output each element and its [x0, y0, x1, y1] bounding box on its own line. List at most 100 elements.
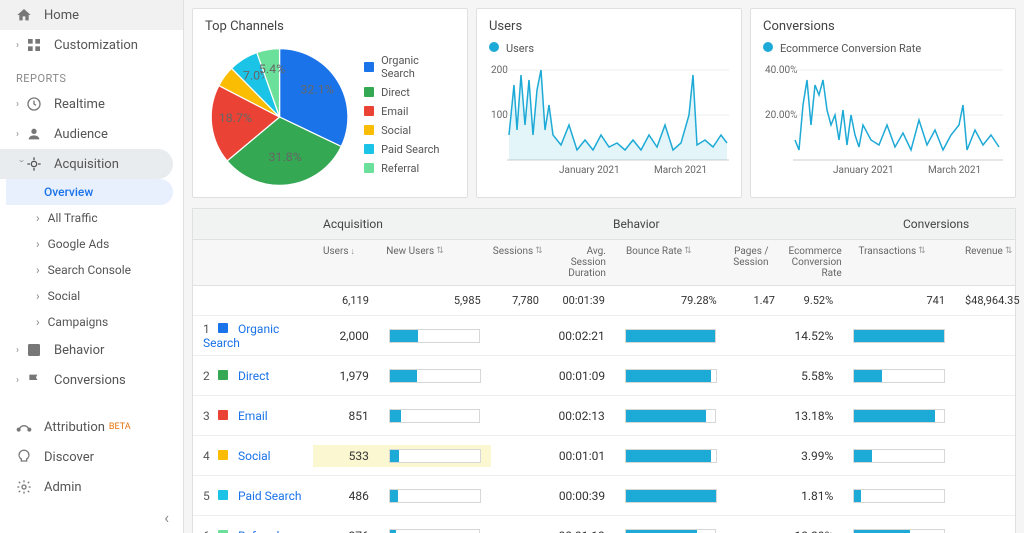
cell-sessions	[491, 452, 549, 460]
cell-users: 533	[313, 445, 379, 467]
nav-realtime[interactable]: › Realtime	[0, 89, 183, 119]
hdr-revenue[interactable]: Revenue⇅	[955, 240, 1015, 285]
total-trans: 741	[843, 290, 955, 311]
svg-text:5.4%: 5.4%	[259, 62, 285, 77]
swatch-icon	[364, 144, 374, 154]
channel-link[interactable]: Social	[238, 449, 271, 463]
pie-chart: 32.1%31.8%18.7%7.0%5.4%	[205, 42, 354, 192]
svg-text:January 2021: January 2021	[559, 165, 620, 176]
cell-erate: 14.52%	[785, 325, 844, 347]
subnav-overview[interactable]: Overview	[6, 179, 173, 205]
swatch-icon	[364, 106, 374, 116]
subnav-searchconsole[interactable]: Search Console	[6, 257, 183, 283]
row-index: 3	[203, 409, 215, 423]
table-row: 1 Organic Search 2,000 00:02:21 14.52%	[193, 316, 1015, 356]
legend-item: Direct	[364, 86, 455, 99]
flag-icon	[26, 372, 42, 388]
cell-trans-bar	[843, 485, 955, 507]
svg-text:18.7%: 18.7%	[219, 111, 252, 126]
nav-home[interactable]: Home	[0, 0, 183, 30]
swatch-icon	[218, 490, 228, 500]
legend-text: Organic Search	[381, 54, 455, 80]
nav-conversions[interactable]: › Conversions	[0, 365, 183, 395]
nav-label: Behavior	[54, 343, 104, 358]
subnav-googleads[interactable]: Google Ads	[6, 231, 183, 257]
total-pps: 1.47	[727, 290, 785, 311]
nav-label: Discover	[44, 450, 94, 465]
card-title: Top Channels	[205, 19, 455, 34]
beta-badge: BETA	[109, 422, 131, 432]
caret-icon: ›	[16, 40, 26, 51]
legend-text: Social	[381, 124, 411, 137]
hdr-newusers[interactable]: New Users⇅	[376, 240, 483, 285]
swatch-icon	[218, 323, 228, 333]
hdr-pps[interactable]: Pages / Session	[722, 240, 778, 285]
cell-erate: 1.81%	[785, 485, 843, 507]
total-revenue: $48,964.35	[955, 290, 1015, 311]
cell-avgdur: 00:01:01	[549, 445, 615, 467]
card-top-channels: Top Channels 32.1%31.8%18.7%7.0%5.4% Org…	[192, 8, 468, 198]
hdr-trans[interactable]: Transactions⇅	[848, 240, 955, 285]
caret-icon: ›	[16, 99, 26, 110]
cell-users: 2,000	[313, 325, 379, 347]
row-index: 5	[203, 489, 215, 503]
cell-pps	[726, 332, 784, 340]
subnav-alltraffic[interactable]: All Traffic	[6, 205, 183, 231]
channel-link[interactable]: Direct	[238, 369, 269, 383]
cell-avgdur: 00:01:09	[549, 365, 615, 387]
swatch-icon	[218, 530, 228, 533]
nav-acquisition[interactable]: › Acquisition	[0, 149, 173, 179]
group-acquisition: Acquisition	[313, 209, 603, 239]
behavior-icon	[26, 342, 42, 358]
channel-link[interactable]: Email	[238, 409, 268, 423]
channel-link[interactable]: Organic Search	[203, 322, 279, 350]
nav-admin[interactable]: Admin	[0, 472, 183, 502]
row-index: 2	[203, 369, 215, 383]
svg-text:20.00%: 20.00%	[765, 110, 797, 121]
nav-discover[interactable]: Discover	[0, 442, 183, 472]
svg-text:32.1%: 32.1%	[301, 82, 334, 97]
cell-revenue	[955, 332, 1015, 340]
cell-revenue	[955, 372, 1015, 380]
hdr-users[interactable]: Users↓	[313, 240, 376, 285]
svg-text:31.8%: 31.8%	[268, 150, 301, 165]
nav-attribution[interactable]: Attribution BETA	[0, 412, 183, 442]
channel-link[interactable]: Paid Search	[238, 489, 302, 503]
legend-item: Referral	[364, 162, 455, 175]
cell-newusers-bar	[379, 365, 491, 387]
conversions-sparkline: 40.00% 20.00% January 2021 March 2021	[763, 55, 1003, 180]
hdr-erate[interactable]: Ecommerce Conversion Rate	[778, 240, 848, 285]
cell-bounce-bar	[615, 325, 727, 347]
nav-audience[interactable]: › Audience	[0, 119, 183, 149]
svg-text:100: 100	[491, 110, 508, 121]
cell-pps	[727, 372, 785, 380]
cell-trans-bar	[843, 445, 955, 467]
person-icon	[26, 126, 42, 142]
cell-newusers-bar	[379, 525, 491, 533]
row-index: 1	[203, 322, 215, 336]
dot-icon	[763, 42, 773, 52]
hdr-bounce[interactable]: Bounce Rate⇅	[616, 240, 723, 285]
cell-sessions	[491, 492, 549, 500]
nav-behavior[interactable]: › Behavior	[0, 335, 183, 365]
cell-trans-bar	[843, 525, 955, 533]
cell-avgdur: 00:02:21	[549, 325, 615, 347]
cell-trans-bar	[843, 405, 955, 427]
clock-icon	[26, 96, 42, 112]
total-users: 6,119	[313, 290, 379, 311]
channel-link[interactable]: Referral	[238, 529, 280, 533]
subnav-campaigns[interactable]: Campaigns	[6, 309, 183, 335]
reports-label: REPORTS	[0, 60, 183, 89]
acquisition-submenu: Overview All Traffic Google Ads Search C…	[6, 179, 183, 335]
cell-trans-bar	[843, 325, 955, 347]
caret-icon: ›	[16, 129, 26, 140]
collapse-sidebar[interactable]: ‹	[0, 502, 183, 533]
cell-newusers-bar	[379, 325, 491, 347]
cell-bounce-bar	[615, 485, 727, 507]
total-avgdur: 00:01:39	[549, 290, 615, 311]
hdr-sessions[interactable]: Sessions⇅	[483, 240, 553, 285]
swatch-icon	[364, 163, 374, 173]
nav-customization[interactable]: › Customization	[0, 30, 183, 60]
subnav-social[interactable]: Social	[6, 283, 183, 309]
hdr-avgdur[interactable]: Avg. Session Duration	[553, 240, 616, 285]
